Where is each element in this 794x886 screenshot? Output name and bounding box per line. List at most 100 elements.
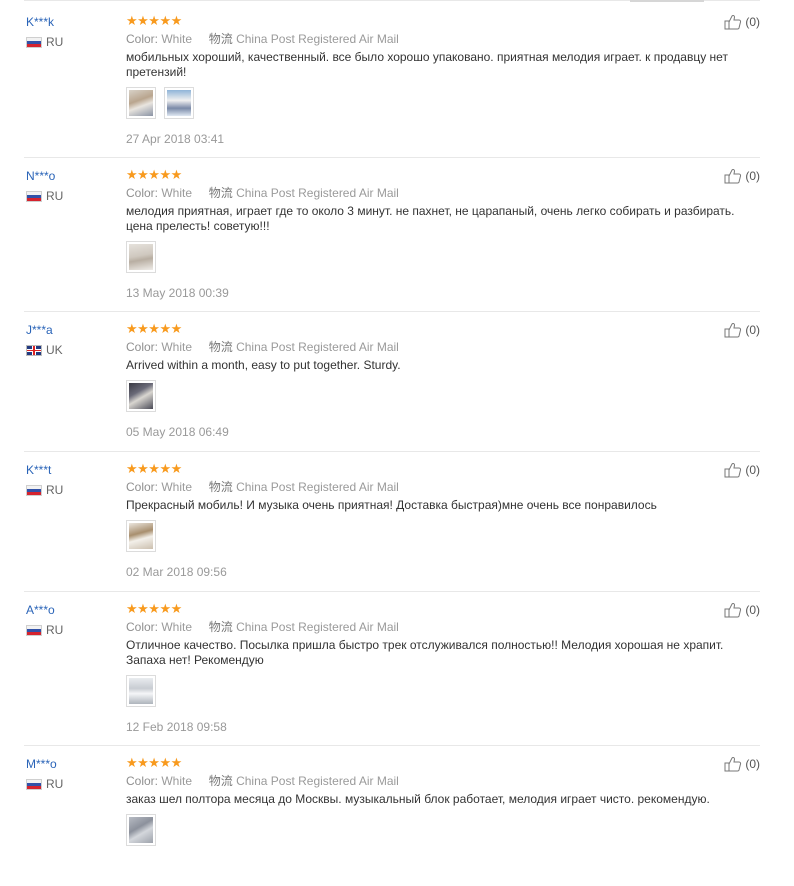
review-photo-thumb[interactable] [126, 675, 156, 707]
color-label: Color: [126, 32, 159, 46]
color-value: White [161, 32, 193, 46]
user-country: RU [26, 483, 116, 497]
review-user: K***k RU [26, 14, 116, 49]
user-name-link[interactable]: K***t [26, 462, 116, 478]
helpful-button[interactable]: (0) [724, 462, 760, 478]
color-label: Color: [126, 480, 159, 494]
star-rating: ★★★★★ [126, 755, 182, 770]
helpful-count: (0) [745, 169, 760, 183]
shipping-value: China Post Registered Air Mail [236, 186, 399, 200]
order-info: Color: White 物流 China Post Registered Ai… [126, 619, 746, 636]
review-date: 12 Feb 2018 09:58 [126, 720, 227, 734]
order-info: Color: White 物流 China Post Registered Ai… [126, 479, 746, 496]
review-body: ★★★★★ Color: White 物流 China Post Registe… [126, 14, 746, 147]
review-text: Отличное качество. Посылка пришла быстро… [126, 638, 724, 667]
color-value: White [161, 186, 193, 200]
review-user: K***t RU [26, 462, 116, 497]
order-info: Color: White 物流 China Post Registered Ai… [126, 773, 746, 790]
user-name-link[interactable]: M***o [26, 756, 116, 772]
star-rating: ★★★★★ [126, 601, 182, 616]
color-label: Color: [126, 186, 159, 200]
review-body: ★★★★★ Color: White 物流 China Post Registe… [126, 602, 746, 735]
country-code: RU [46, 483, 64, 497]
order-info: Color: White 物流 China Post Registered Ai… [126, 185, 746, 202]
review-item: K***t RU ★★★★★ Color: White 物流 China Pos… [24, 452, 760, 592]
top-tab-edge [630, 0, 704, 2]
review-text: Arrived within a month, easy to put toge… [126, 358, 401, 372]
shipping-value: China Post Registered Air Mail [236, 480, 399, 494]
flag-ru-icon [26, 778, 42, 790]
review-body: ★★★★★ Color: White 物流 China Post Registe… [126, 322, 746, 440]
country-code: RU [46, 777, 64, 791]
helpful-button[interactable]: (0) [724, 14, 760, 30]
flag-uk-icon [26, 344, 42, 356]
review-item: J***a UK ★★★★★ Color: White 物流 China Pos… [24, 312, 760, 452]
color-value: White [161, 774, 193, 788]
review-user: M***o RU [26, 756, 116, 791]
review-item: K***k RU ★★★★★ Color: White 物流 China Pos… [24, 4, 760, 158]
review-item: N***o RU ★★★★★ Color: White 物流 China Pos… [24, 158, 760, 312]
review-photo-thumb[interactable] [126, 241, 156, 273]
review-text: мелодия приятная, играет где то около 3 … [126, 204, 735, 233]
helpful-button[interactable]: (0) [724, 602, 760, 618]
color-value: White [161, 620, 193, 634]
review-item: A***o RU ★★★★★ Color: White 物流 China Pos… [24, 592, 760, 746]
helpful-button[interactable]: (0) [724, 322, 760, 338]
star-rating: ★★★★★ [126, 461, 182, 476]
thumbs-up-icon [724, 168, 742, 184]
review-date: 02 Mar 2018 09:56 [126, 565, 227, 579]
review-photos [126, 87, 746, 121]
review-photo-thumb[interactable] [126, 87, 156, 119]
shipping-value: China Post Registered Air Mail [236, 774, 399, 788]
user-country: RU [26, 35, 116, 49]
review-photo-thumb[interactable] [126, 380, 156, 412]
user-name-link[interactable]: J***a [26, 322, 116, 338]
helpful-button[interactable]: (0) [724, 168, 760, 184]
review-item: M***o RU ★★★★★ Color: White 物流 China Pos… [24, 746, 760, 886]
review-date: 27 Apr 2018 03:41 [126, 132, 225, 146]
review-photo-thumb[interactable] [126, 520, 156, 552]
review-user: A***o RU [26, 602, 116, 637]
color-label: Color: [126, 620, 159, 634]
helpful-button[interactable]: (0) [724, 756, 760, 772]
review-photo-thumb[interactable] [126, 814, 156, 846]
star-rating: ★★★★★ [126, 321, 182, 336]
helpful-count: (0) [745, 323, 760, 337]
user-name-link[interactable]: A***o [26, 602, 116, 618]
shipping-label: 物流 [208, 32, 233, 46]
review-body: ★★★★★ Color: White 物流 China Post Registe… [126, 756, 746, 848]
user-name-link[interactable]: K***k [26, 14, 116, 30]
shipping-label: 物流 [208, 340, 233, 354]
review-date: 05 May 2018 06:49 [126, 425, 229, 439]
flag-ru-icon [26, 36, 42, 48]
flag-ru-icon [26, 624, 42, 636]
color-label: Color: [126, 340, 159, 354]
user-country: RU [26, 623, 116, 637]
user-country: RU [26, 777, 116, 791]
review-body: ★★★★★ Color: White 物流 China Post Registe… [126, 462, 746, 580]
star-rating: ★★★★★ [126, 167, 182, 182]
color-value: White [161, 340, 193, 354]
flag-ru-icon [26, 190, 42, 202]
thumbs-up-icon [724, 602, 742, 618]
country-code: RU [46, 189, 64, 203]
thumbs-up-icon [724, 756, 742, 772]
review-user: J***a UK [26, 322, 116, 357]
user-country: UK [26, 343, 116, 357]
shipping-label: 物流 [208, 186, 233, 200]
shipping-label: 物流 [208, 620, 233, 634]
review-user: N***o RU [26, 168, 116, 203]
helpful-count: (0) [745, 757, 760, 771]
review-photos [126, 814, 746, 848]
review-photos [126, 380, 746, 414]
user-name-link[interactable]: N***o [26, 168, 116, 184]
color-label: Color: [126, 774, 159, 788]
review-text: мобильных хороший, качественный. все был… [126, 50, 728, 79]
country-code: RU [46, 35, 64, 49]
helpful-count: (0) [745, 603, 760, 617]
shipping-value: China Post Registered Air Mail [236, 620, 399, 634]
review-photo-thumb[interactable] [164, 87, 194, 119]
country-code: UK [46, 343, 63, 357]
flag-ru-icon [26, 484, 42, 496]
helpful-count: (0) [745, 463, 760, 477]
